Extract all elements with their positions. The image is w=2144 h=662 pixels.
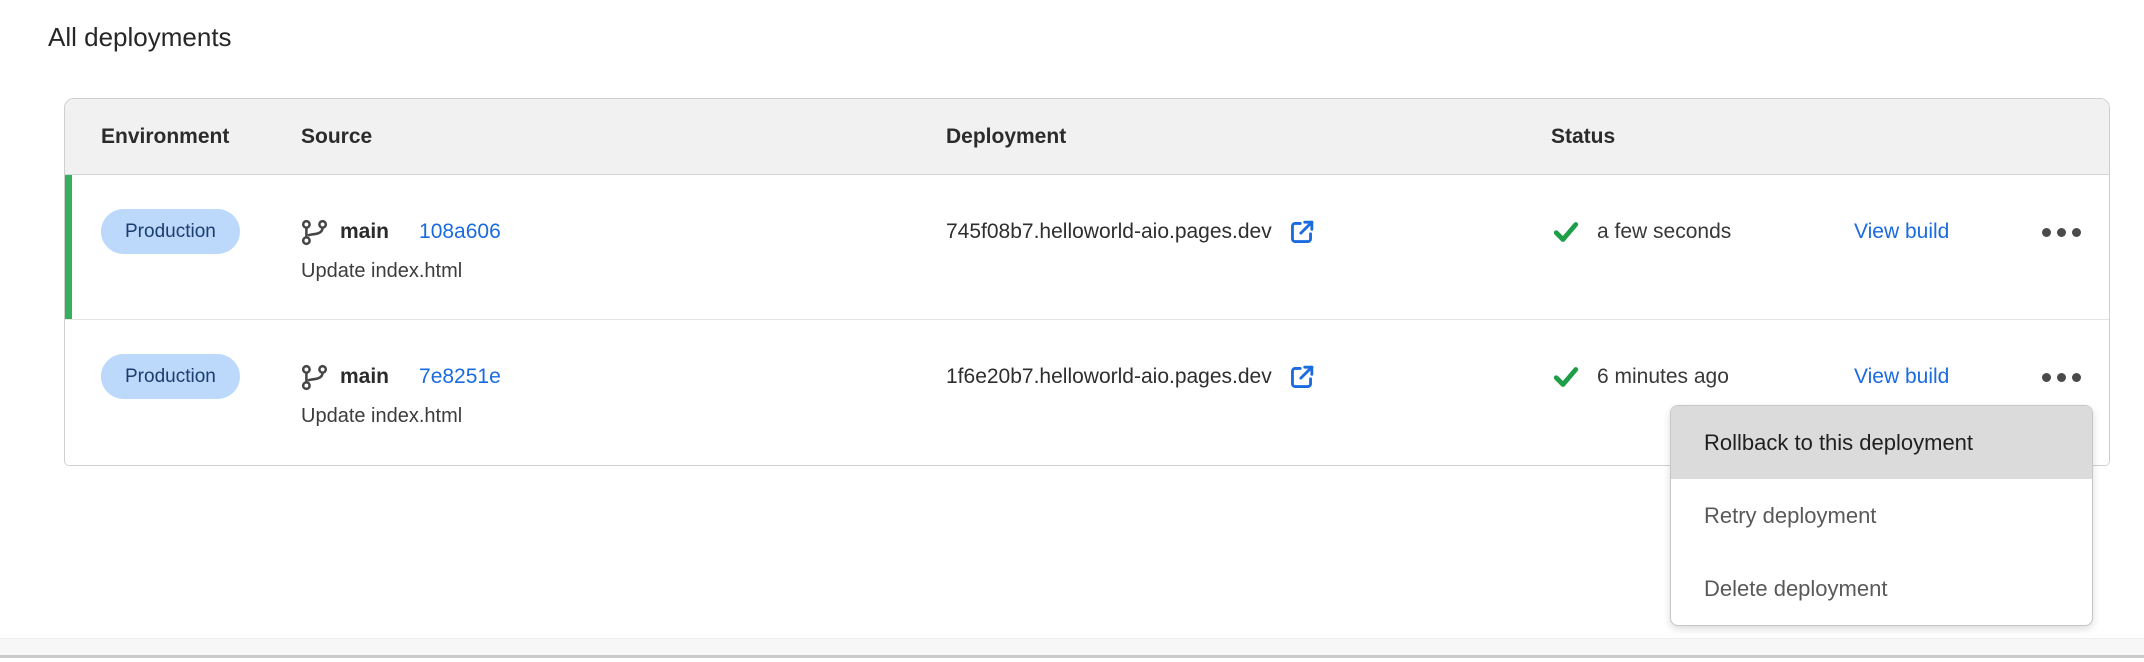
menu-item-rollback[interactable]: Rollback to this deployment [1671, 406, 2092, 479]
environment-badge: Production [101, 354, 240, 399]
external-link-icon[interactable] [1286, 362, 1317, 393]
environment-cell: Production [65, 175, 301, 319]
deployment-cell: 1f6e20b7.helloworld-aio.pages.dev [946, 320, 1551, 465]
source-cell: main 108a606 Update index.html [301, 175, 946, 319]
deployment-url: 745f08b7.helloworld-aio.pages.dev [946, 220, 1272, 244]
menu-item-retry[interactable]: Retry deployment [1671, 479, 2092, 552]
deployment-age: a few seconds [1597, 220, 1731, 244]
table-header-row: Environment Source Deployment Status [65, 99, 2109, 175]
current-deployment-indicator [65, 175, 72, 319]
branch-name: main [340, 220, 389, 244]
external-link-icon[interactable] [1286, 217, 1317, 248]
column-header-status: Status [1551, 125, 1854, 149]
column-header-deployment: Deployment [946, 125, 1551, 149]
deployment-cell: 745f08b7.helloworld-aio.pages.dev [946, 175, 1551, 319]
deployment-actions-menu: Rollback to this deployment Retry deploy… [1670, 405, 2093, 626]
deployment-row: Production main 108a606 Update index.htm… [65, 175, 2109, 320]
environment-badge: Production [101, 209, 240, 254]
git-branch-icon [301, 219, 328, 246]
deployment-age: 6 minutes ago [1597, 365, 1729, 389]
column-header-environment: Environment [65, 125, 301, 149]
commit-link[interactable]: 7e8251e [419, 365, 501, 389]
source-cell: main 7e8251e Update index.html [301, 320, 946, 465]
commit-message: Update index.html [301, 400, 946, 432]
view-build-link[interactable]: View build [1854, 365, 1949, 389]
success-check-icon [1551, 217, 1581, 247]
commit-link[interactable]: 108a606 [419, 220, 501, 244]
commit-message: Update index.html [301, 255, 946, 287]
menu-item-delete[interactable]: Delete deployment [1671, 552, 2092, 625]
status-cell: a few seconds [1551, 175, 1854, 319]
git-branch-icon [301, 364, 328, 391]
more-actions-button[interactable] [2036, 211, 2087, 253]
ellipsis-icon [2042, 228, 2051, 237]
success-check-icon [1551, 362, 1581, 392]
more-actions-cell [2014, 175, 2109, 319]
ellipsis-icon [2042, 373, 2051, 382]
view-build-cell: View build [1854, 175, 2014, 319]
page-footer-divider [0, 638, 2144, 655]
page-bottom-border [0, 655, 2144, 658]
deployment-url: 1f6e20b7.helloworld-aio.pages.dev [946, 365, 1272, 389]
view-build-link[interactable]: View build [1854, 220, 1949, 244]
branch-name: main [340, 365, 389, 389]
more-actions-button[interactable] [2036, 356, 2087, 398]
column-header-source: Source [301, 125, 946, 149]
environment-cell: Production [65, 320, 301, 465]
page-title: All deployments [48, 20, 232, 54]
